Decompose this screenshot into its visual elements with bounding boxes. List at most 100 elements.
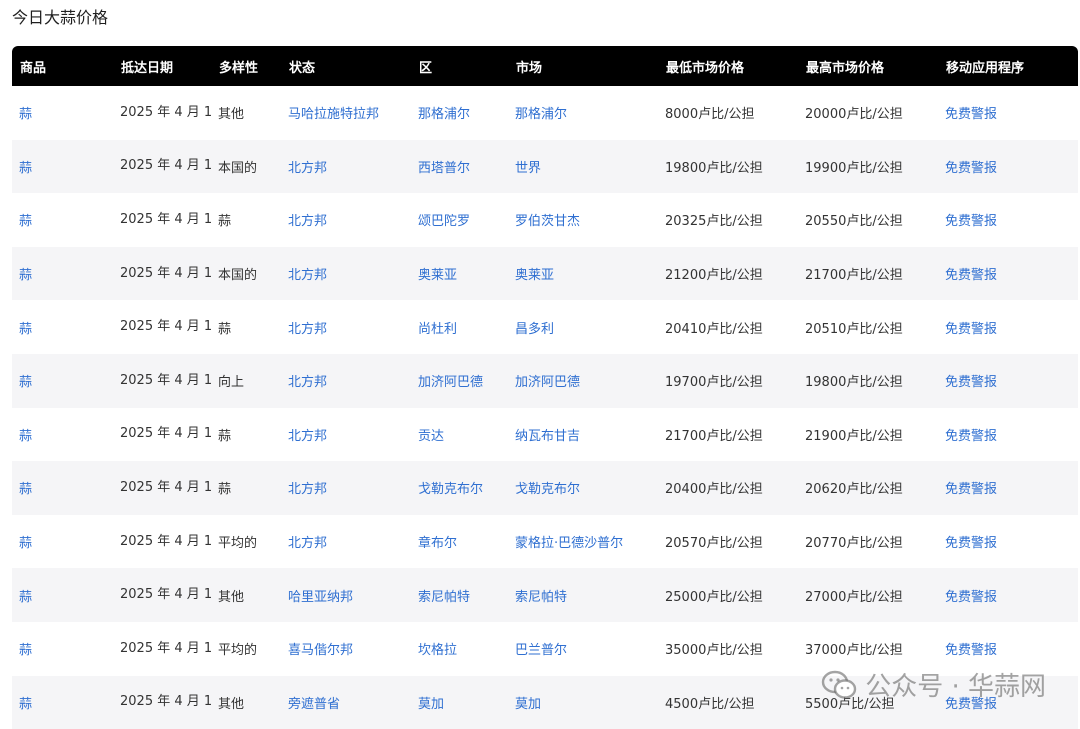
free-alert-link[interactable]: 免费警报 xyxy=(945,536,997,551)
table-cell: 免费警报 xyxy=(938,461,1078,515)
table-cell: 蒜 xyxy=(12,515,113,569)
commodity-link[interactable]: 蒜 xyxy=(19,268,32,283)
commodity-link[interactable]: 蒜 xyxy=(19,322,32,337)
table-cell: 罗伯茨甘杰 xyxy=(508,193,658,247)
state-link[interactable]: 喜马偕尔邦 xyxy=(288,643,353,658)
market-link[interactable]: 蒙格拉·巴德沙普尔 xyxy=(515,536,623,551)
market-link[interactable]: 莫加 xyxy=(515,697,541,712)
table-cell: 尚杜利 xyxy=(411,300,508,354)
table-cell: 20410卢比/公担 xyxy=(658,300,798,354)
variety: 其他 xyxy=(218,696,245,712)
district-link[interactable]: 贡达 xyxy=(418,429,444,444)
table-cell: 马哈拉施特拉邦 xyxy=(281,86,411,140)
table-row: 蒜2025 年 4 月 1 日蒜北方邦贡达纳瓦布甘吉21700卢比/公担2190… xyxy=(12,407,1078,462)
free-alert-link[interactable]: 免费警报 xyxy=(945,322,997,337)
max-price: 27000卢比/公担 xyxy=(805,589,903,605)
column-header-district: 区 xyxy=(419,60,433,76)
district-link[interactable]: 戈勒克布尔 xyxy=(418,482,483,497)
market-link[interactable]: 巴兰普尔 xyxy=(515,643,567,658)
district-link[interactable]: 那格浦尔 xyxy=(418,107,470,122)
market-link[interactable]: 戈勒克布尔 xyxy=(515,482,580,497)
free-alert-link[interactable]: 免费警报 xyxy=(945,375,997,390)
arrival-date: 2025 年 4 月 1 日 xyxy=(120,319,211,335)
market-link[interactable]: 世界 xyxy=(515,161,541,176)
table-cell: 贡达 xyxy=(411,408,508,462)
market-link[interactable]: 昌多利 xyxy=(515,322,554,337)
district-link[interactable]: 西塔普尔 xyxy=(418,161,470,176)
max-price: 21900卢比/公担 xyxy=(805,428,903,444)
state-link[interactable]: 北方邦 xyxy=(288,375,327,390)
free-alert-link[interactable]: 免费警报 xyxy=(945,268,997,283)
district-link[interactable]: 索尼帕特 xyxy=(418,590,470,605)
min-price: 21700卢比/公担 xyxy=(665,428,763,444)
free-alert-link[interactable]: 免费警报 xyxy=(945,429,997,444)
state-link[interactable]: 北方邦 xyxy=(288,161,327,176)
table-cell: 那格浦尔 xyxy=(508,86,658,140)
table-cell: 其他 xyxy=(211,86,281,140)
state-link[interactable]: 北方邦 xyxy=(288,429,327,444)
table-cell: 蒜 xyxy=(12,247,113,301)
free-alert-link[interactable]: 免费警报 xyxy=(945,482,997,497)
table-cell: 蒜 xyxy=(12,86,113,140)
free-alert-link[interactable]: 免费警报 xyxy=(945,107,997,122)
commodity-link[interactable]: 蒜 xyxy=(19,482,32,497)
commodity-link[interactable]: 蒜 xyxy=(19,375,32,390)
table-cell: 19900卢比/公担 xyxy=(798,140,938,194)
market-link[interactable]: 纳瓦布甘吉 xyxy=(515,429,580,444)
table-cell: 莫加 xyxy=(411,676,508,729)
table-cell: 北方邦 xyxy=(281,300,411,354)
variety: 平均的 xyxy=(218,536,258,552)
district-link[interactable]: 莫加 xyxy=(418,697,444,712)
state-link[interactable]: 马哈拉施特拉邦 xyxy=(288,107,379,122)
state-link[interactable]: 旁遮普省 xyxy=(288,697,340,712)
table-row: 蒜 2025 年 4 月 1 日其他 马哈拉施特拉邦 那格浦尔 那格浦尔 8000卢比/公… xyxy=(12,86,1078,140)
market-link[interactable]: 罗伯茨甘杰 xyxy=(515,214,580,229)
table-cell: 蒜 xyxy=(12,193,113,247)
table-cell: 8000卢比/公担 xyxy=(658,86,798,140)
market-link[interactable]: 那格浦尔 xyxy=(515,107,567,122)
commodity-link[interactable]: 蒜 xyxy=(19,536,32,551)
table-cell: 纳瓦布甘吉 xyxy=(508,408,658,462)
table-cell: 蒜 xyxy=(12,676,113,729)
market-link[interactable]: 加济阿巴德 xyxy=(515,375,580,390)
free-alert-link[interactable]: 免费警报 xyxy=(945,161,997,176)
free-alert-link[interactable]: 免费警报 xyxy=(945,643,997,658)
table-cell: 本国的 xyxy=(211,140,281,194)
state-link[interactable]: 北方邦 xyxy=(288,536,327,551)
variety: 其他 xyxy=(218,107,245,123)
max-price: 20770卢比/公担 xyxy=(805,536,903,552)
min-price: 4500卢比/公担 xyxy=(665,696,755,712)
state-link[interactable]: 北方邦 xyxy=(288,268,327,283)
district-link[interactable]: 章布尔 xyxy=(418,536,457,551)
min-price: 20325卢比/公担 xyxy=(665,214,763,230)
commodity-link[interactable]: 蒜 xyxy=(19,107,32,122)
district-link[interactable]: 加济阿巴德 xyxy=(418,375,483,390)
table-cell: 其他 xyxy=(211,568,281,622)
commodity-link[interactable]: 蒜 xyxy=(19,161,32,176)
district-link[interactable]: 尚杜利 xyxy=(418,322,457,337)
table-cell: 昌多利 xyxy=(508,300,658,354)
market-link[interactable]: 奥莱亚 xyxy=(515,268,554,283)
district-link[interactable]: 坎格拉 xyxy=(418,643,457,658)
commodity-link[interactable]: 蒜 xyxy=(19,590,32,605)
table-cell: 蒜 xyxy=(211,300,281,354)
commodity-link[interactable]: 蒜 xyxy=(19,214,32,229)
table-cell: 免费警报 xyxy=(938,300,1078,354)
market-link[interactable]: 索尼帕特 xyxy=(515,590,567,605)
state-link[interactable]: 北方邦 xyxy=(288,322,327,337)
table-cell: 19800卢比/公担 xyxy=(658,140,798,194)
commodity-link[interactable]: 蒜 xyxy=(19,697,32,712)
table-cell: 北方邦 xyxy=(281,461,411,515)
state-link[interactable]: 北方邦 xyxy=(288,214,327,229)
free-alert-link[interactable]: 免费警报 xyxy=(945,590,997,605)
table-cell: 21900卢比/公担 xyxy=(798,408,938,462)
state-link[interactable]: 哈里亚纳邦 xyxy=(288,590,353,605)
commodity-link[interactable]: 蒜 xyxy=(19,643,32,658)
district-link[interactable]: 颂巴陀罗 xyxy=(418,214,470,229)
free-alert-link[interactable]: 免费警报 xyxy=(945,214,997,229)
table-cell: 蒜 xyxy=(12,568,113,622)
district-link[interactable]: 奥莱亚 xyxy=(418,268,457,283)
commodity-link[interactable]: 蒜 xyxy=(19,429,32,444)
state-link[interactable]: 北方邦 xyxy=(288,482,327,497)
min-price: 19800卢比/公担 xyxy=(665,160,763,176)
